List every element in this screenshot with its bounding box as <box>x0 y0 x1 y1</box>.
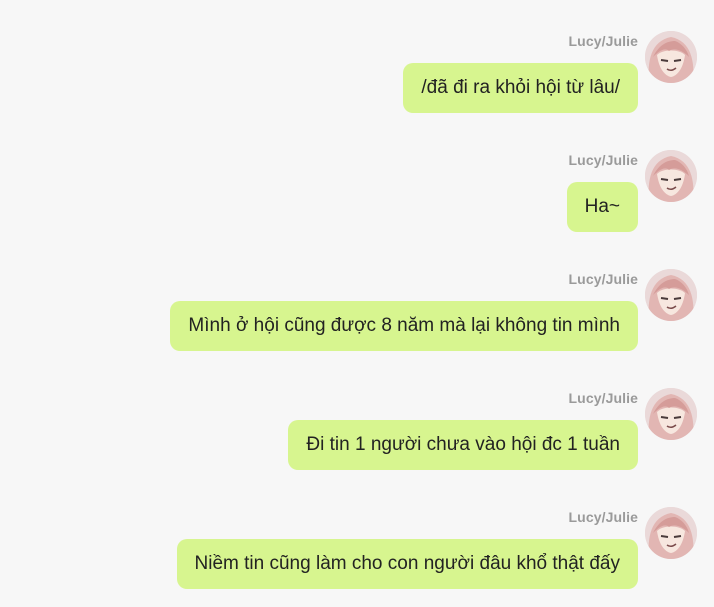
message-bubble[interactable]: Niềm tin cũng làm cho con người đâu khổ … <box>176 539 638 589</box>
avatar-icon[interactable] <box>645 507 697 559</box>
avatar-icon[interactable] <box>645 150 697 202</box>
chat-thread: Lucy/Julie /đã đi ra khỏi hội từ lâu/ Lu… <box>0 0 714 600</box>
message-bubble[interactable]: Ha~ <box>566 182 638 232</box>
sender-name: Lucy/Julie <box>568 33 638 49</box>
message-bubble[interactable]: Mình ở hội cũng được 8 năm mà lại không … <box>170 301 638 351</box>
sender-name: Lucy/Julie <box>568 271 638 287</box>
sender-name: Lucy/Julie <box>568 509 638 525</box>
message-bubble[interactable]: Đi tin 1 người chưa vào hội đc 1 tuần <box>288 420 638 470</box>
avatar-icon[interactable] <box>645 269 697 321</box>
message-bubble[interactable]: /đã đi ra khỏi hội từ lâu/ <box>403 63 638 113</box>
chat-message: Lucy/Julie Ha~ <box>0 150 714 250</box>
avatar-icon[interactable] <box>645 31 697 83</box>
chat-message: Lucy/Julie Đi tin 1 người chưa vào hội đ… <box>0 388 714 488</box>
sender-name: Lucy/Julie <box>568 152 638 168</box>
chat-message: Lucy/Julie /đã đi ra khỏi hội từ lâu/ <box>0 31 714 131</box>
chat-message: Lucy/Julie Mình ở hội cũng được 8 năm mà… <box>0 269 714 369</box>
avatar-icon[interactable] <box>645 388 697 440</box>
sender-name: Lucy/Julie <box>568 390 638 406</box>
chat-message: Lucy/Julie Niềm tin cũng làm cho con ngư… <box>0 507 714 607</box>
